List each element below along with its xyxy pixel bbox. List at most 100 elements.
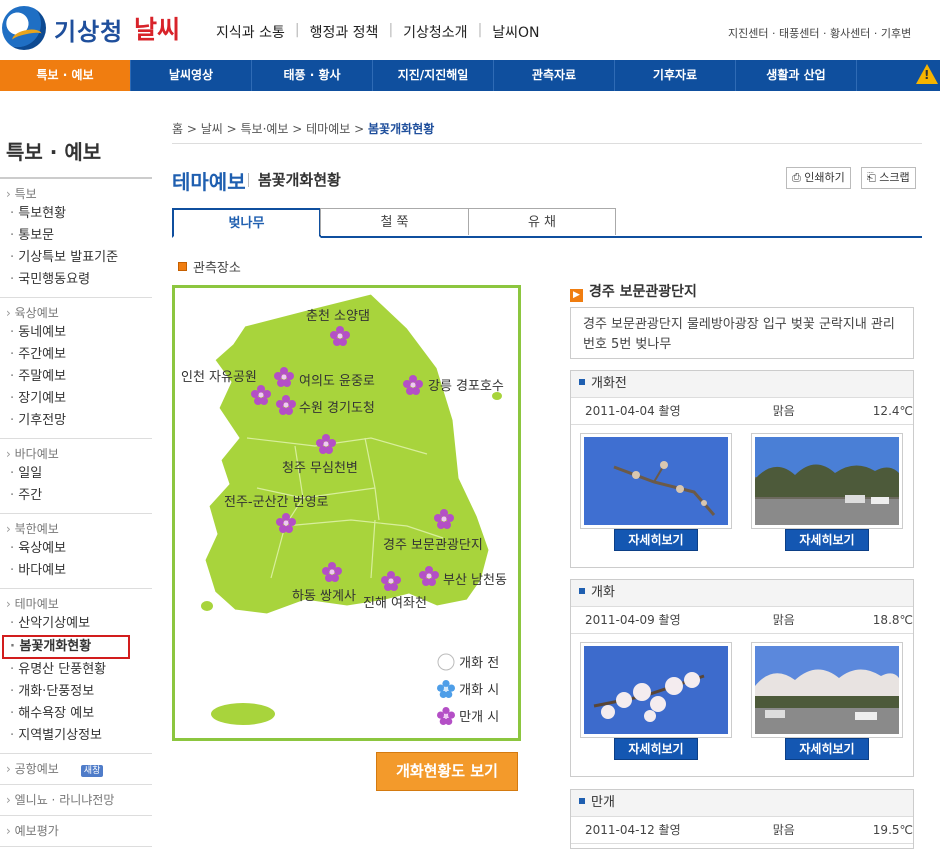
sidebar-item-longrange[interactable]: 장기예보 xyxy=(6,388,152,410)
place-gangneung[interactable]: 강릉 경포호수 xyxy=(428,375,504,394)
sidebar-head-evaluation[interactable]: 예보평가 xyxy=(6,822,152,840)
detail-view-button[interactable]: 자세히보기 xyxy=(614,738,698,760)
stage-title: 개화 xyxy=(571,580,913,607)
sidebar-head-sea[interactable]: 바다예보 xyxy=(6,445,152,463)
stage-photos: 자세히보기 자세히보기 xyxy=(571,425,913,551)
photo-thumbnail[interactable] xyxy=(751,433,903,529)
place-suwon[interactable]: 수원 경기도청 xyxy=(299,397,375,416)
sidebar-item-climate-outlook[interactable]: 기후전망 xyxy=(6,410,152,432)
branch-buds-photo xyxy=(584,437,728,525)
weather: 맑음 xyxy=(772,823,795,837)
place-jinhae[interactable]: 진해 여좌천 xyxy=(363,592,427,611)
full-bloom-flower-icon[interactable] xyxy=(403,375,423,398)
kma-logo-icon[interactable] xyxy=(2,6,46,50)
sidebar-item-weekly[interactable]: 주간예보 xyxy=(6,344,152,366)
sidebar-section-evaluation: 예보평가 xyxy=(0,816,152,847)
full-bloom-flower-icon[interactable] xyxy=(276,513,296,536)
sidebar-head-airport[interactable]: 공항예보 새창 xyxy=(6,760,152,778)
nav-forecast[interactable]: 특보 · 예보 xyxy=(0,60,131,91)
full-bloom-flower-icon[interactable] xyxy=(434,509,454,532)
sidebar-item-bloom-foliage-info[interactable]: 개화·단풍정보 xyxy=(6,681,152,703)
full-bloom-flower-icon[interactable] xyxy=(276,395,296,418)
full-bloom-flower-icon[interactable] xyxy=(316,434,336,457)
sidebar-head-theme[interactable]: 테마예보 xyxy=(6,595,152,613)
photo-thumbnail[interactable] xyxy=(580,433,732,529)
nav-climate[interactable]: 기후자료 xyxy=(615,60,736,91)
sidebar-item-action-guide[interactable]: 국민행동요령 xyxy=(6,269,152,291)
full-bloom-flower-icon[interactable] xyxy=(251,385,271,408)
tab-rapeseed[interactable]: 유 채 xyxy=(468,208,616,235)
logo-subtitle[interactable]: 날씨 xyxy=(134,10,180,46)
print-button[interactable]: ⎙ 인쇄하기 xyxy=(786,167,851,189)
before-bloom-circle-icon xyxy=(437,653,455,671)
sidebar-section-land: 육상예보 동네예보 주간예보 주말예보 장기예보 기후전망 xyxy=(0,298,152,439)
sidebar-item-sea-weekly[interactable]: 주간 xyxy=(6,485,152,507)
sidebar-item-sea-daily[interactable]: 일일 xyxy=(6,463,152,485)
legend-before: 개화 전 xyxy=(437,652,499,671)
logo-text[interactable]: 기상청 xyxy=(54,12,123,47)
photo-thumbnail[interactable] xyxy=(580,642,732,738)
scrap-button[interactable]: ⎗ 스크랩 xyxy=(861,167,916,189)
sidebar-item-mountain[interactable]: 산악기상예보 xyxy=(6,613,152,635)
full-bloom-flower-icon[interactable] xyxy=(322,562,342,585)
sidebar-item-weekend[interactable]: 주말예보 xyxy=(6,366,152,388)
place-chuncheon[interactable]: 춘천 소양댐 xyxy=(306,305,370,324)
place-incheon[interactable]: 인천 자유공원 xyxy=(181,366,257,385)
legend-before-label: 개화 전 xyxy=(459,656,500,671)
warning-icon[interactable] xyxy=(916,64,938,84)
detail-view-button[interactable]: 자세히보기 xyxy=(785,529,869,551)
full-bloom-flower-icon[interactable] xyxy=(274,367,294,390)
sidebar-item-warning-criteria[interactable]: 기상특보 발표기준 xyxy=(6,247,152,269)
nav-typhoon-dust[interactable]: 태풍 · 황사 xyxy=(252,60,373,91)
nav-earthquake[interactable]: 지진/지진해일 xyxy=(373,60,494,91)
sidebar-item-north-sea[interactable]: 바다예보 xyxy=(6,560,152,582)
top-menu-policy[interactable]: 행정과 정책 xyxy=(300,22,389,42)
photo-thumbnail[interactable] xyxy=(751,642,903,738)
detail-view-button[interactable]: 자세히보기 xyxy=(785,738,869,760)
place-jeonju[interactable]: 전주-군산간 번영로 xyxy=(224,491,329,510)
arrow-box-icon: ▶ xyxy=(570,289,583,302)
full-bloom-flower-icon[interactable] xyxy=(381,571,401,594)
sidebar-head-warning[interactable]: 특보 xyxy=(6,185,152,203)
weather: 맑음 xyxy=(772,613,795,627)
tab-azalea[interactable]: 철 쭉 xyxy=(320,208,469,235)
detail-view-button[interactable]: 자세히보기 xyxy=(614,529,698,551)
sidebar-item-town[interactable]: 동네예보 xyxy=(6,322,152,344)
legend-full-bloom: 만개 시 xyxy=(437,706,499,725)
breadcrumb-path[interactable]: 홈 > 날씨 > 특보·예보 > 테마예보 > xyxy=(172,122,368,136)
photo-date: 2011-04-12 촬영 xyxy=(585,823,681,837)
place-busan[interactable]: 부산 남천동 xyxy=(443,569,507,588)
sidebar-item-regional[interactable]: 지역별기상정보 xyxy=(6,725,152,747)
top-menu-knowledge[interactable]: 지식과 소통 xyxy=(206,22,295,42)
sidebar-item-north-land[interactable]: 육상예보 xyxy=(6,538,152,560)
place-cheongju[interactable]: 청주 무심천변 xyxy=(282,457,358,476)
legend-full-bloom-label: 만개 시 xyxy=(459,710,500,725)
place-hadong[interactable]: 하동 쌍계사 xyxy=(292,585,356,604)
nav-weather-video[interactable]: 날씨영상 xyxy=(131,60,252,91)
location-description: 경주 보문관광단지 물레방아광장 입구 벚꽃 군락지내 관리번호 5번 벚나무 xyxy=(570,307,914,359)
sidebar-item-bulletin[interactable]: 통보문 xyxy=(6,225,152,247)
sidebar-section-airport: 공항예보 새창 xyxy=(0,754,152,785)
top-menu-about[interactable]: 기상청소개 xyxy=(393,22,477,42)
full-bloom-flower-icon[interactable] xyxy=(330,326,350,349)
place-gyeongju[interactable]: 경주 보문관광단지 xyxy=(383,534,483,553)
sidebar-head-north[interactable]: 북한예보 xyxy=(6,520,152,538)
sidebar-item-autumn-foliage[interactable]: 유명산 단풍현황 xyxy=(6,659,152,681)
full-bloom-flower-icon[interactable] xyxy=(419,566,439,589)
place-yeouido[interactable]: 여의도 윤중로 xyxy=(299,370,375,389)
nav-observation[interactable]: 관측자료 xyxy=(494,60,615,91)
sidebar-item-spring-flowers[interactable]: 봄꽃개화현황 xyxy=(2,635,130,659)
sidebar-item-warning-status[interactable]: 특보현황 xyxy=(6,203,152,225)
sidebar-section-sea: 바다예보 일일 주간 xyxy=(0,439,152,514)
sidebar-head-land[interactable]: 육상예보 xyxy=(6,304,152,322)
top-center-links[interactable]: 지진센터 · 태풍센터 · 황사센터 · 기후변 xyxy=(728,25,911,41)
stage-before-bloom: 개화전 2011-04-04 촬영 맑음 12.4℃ 자세히보기 자세히보기 xyxy=(570,370,914,568)
nav-life-industry[interactable]: 생활과 산업 xyxy=(736,60,857,91)
stage-title: 만개 xyxy=(571,790,913,817)
sidebar-head-enso[interactable]: 엘니뇨 · 라니냐전망 xyxy=(6,791,152,809)
bloom-map-button[interactable]: 개화현황도 보기 xyxy=(376,752,518,791)
top-menu-weather-on[interactable]: 날씨ON xyxy=(482,22,549,42)
tab-cherry[interactable]: 벚나무 xyxy=(172,208,321,238)
observation-label-text: 관측장소 xyxy=(193,261,241,276)
sidebar-item-beach[interactable]: 해수욕장 예보 xyxy=(6,703,152,725)
